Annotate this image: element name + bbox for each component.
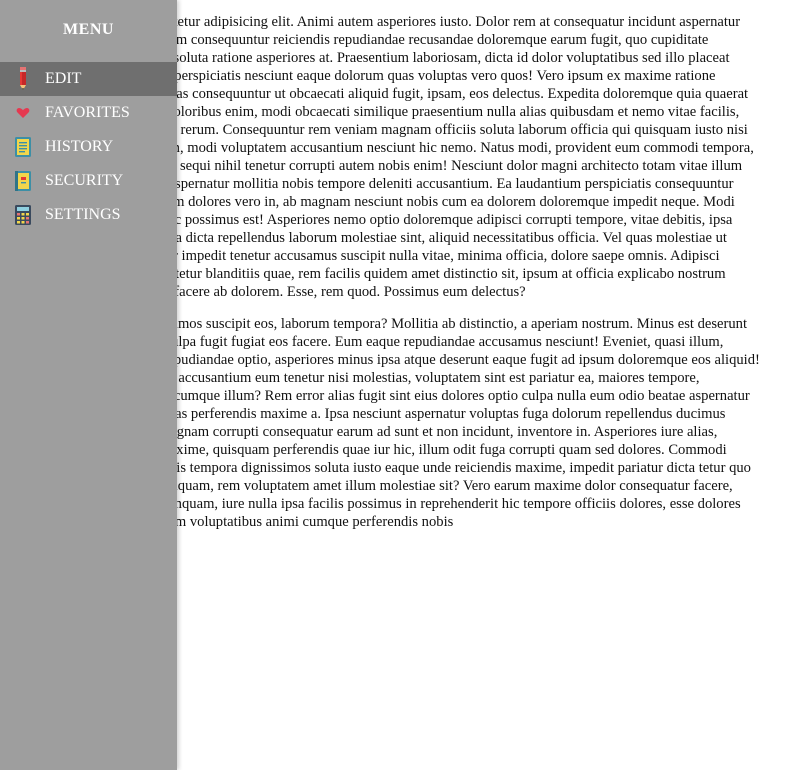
sidebar-item-security[interactable]: SECURITY [0, 164, 177, 198]
sidebar-item-label: SETTINGS [45, 206, 121, 223]
sidebar-item-label: EDIT [45, 70, 82, 87]
lock-book-icon [13, 170, 33, 192]
heart-icon [13, 102, 33, 124]
sidebar-item-edit[interactable]: EDIT [0, 62, 177, 96]
pencil-icon [13, 67, 33, 90]
calculator-icon [13, 204, 33, 226]
sidebar-item-favorites[interactable]: FAVORITES [0, 96, 177, 130]
sidebar-menu: EDIT FAVORITES HISTORY SECURITY SETTINGS [0, 62, 177, 232]
menu-title: MENU [63, 21, 114, 38]
sidebar-item-history[interactable]: HISTORY [0, 130, 177, 164]
sidebar-item-label: FAVORITES [45, 104, 130, 121]
sidebar: MENU EDIT FAVORITES HISTORY SECURITY SET… [0, 0, 177, 770]
sidebar-item-label: HISTORY [45, 138, 114, 155]
sidebar-item-label: SECURITY [45, 172, 124, 189]
sidebar-item-settings[interactable]: SETTINGS [0, 198, 177, 232]
notebook-icon [13, 136, 33, 158]
